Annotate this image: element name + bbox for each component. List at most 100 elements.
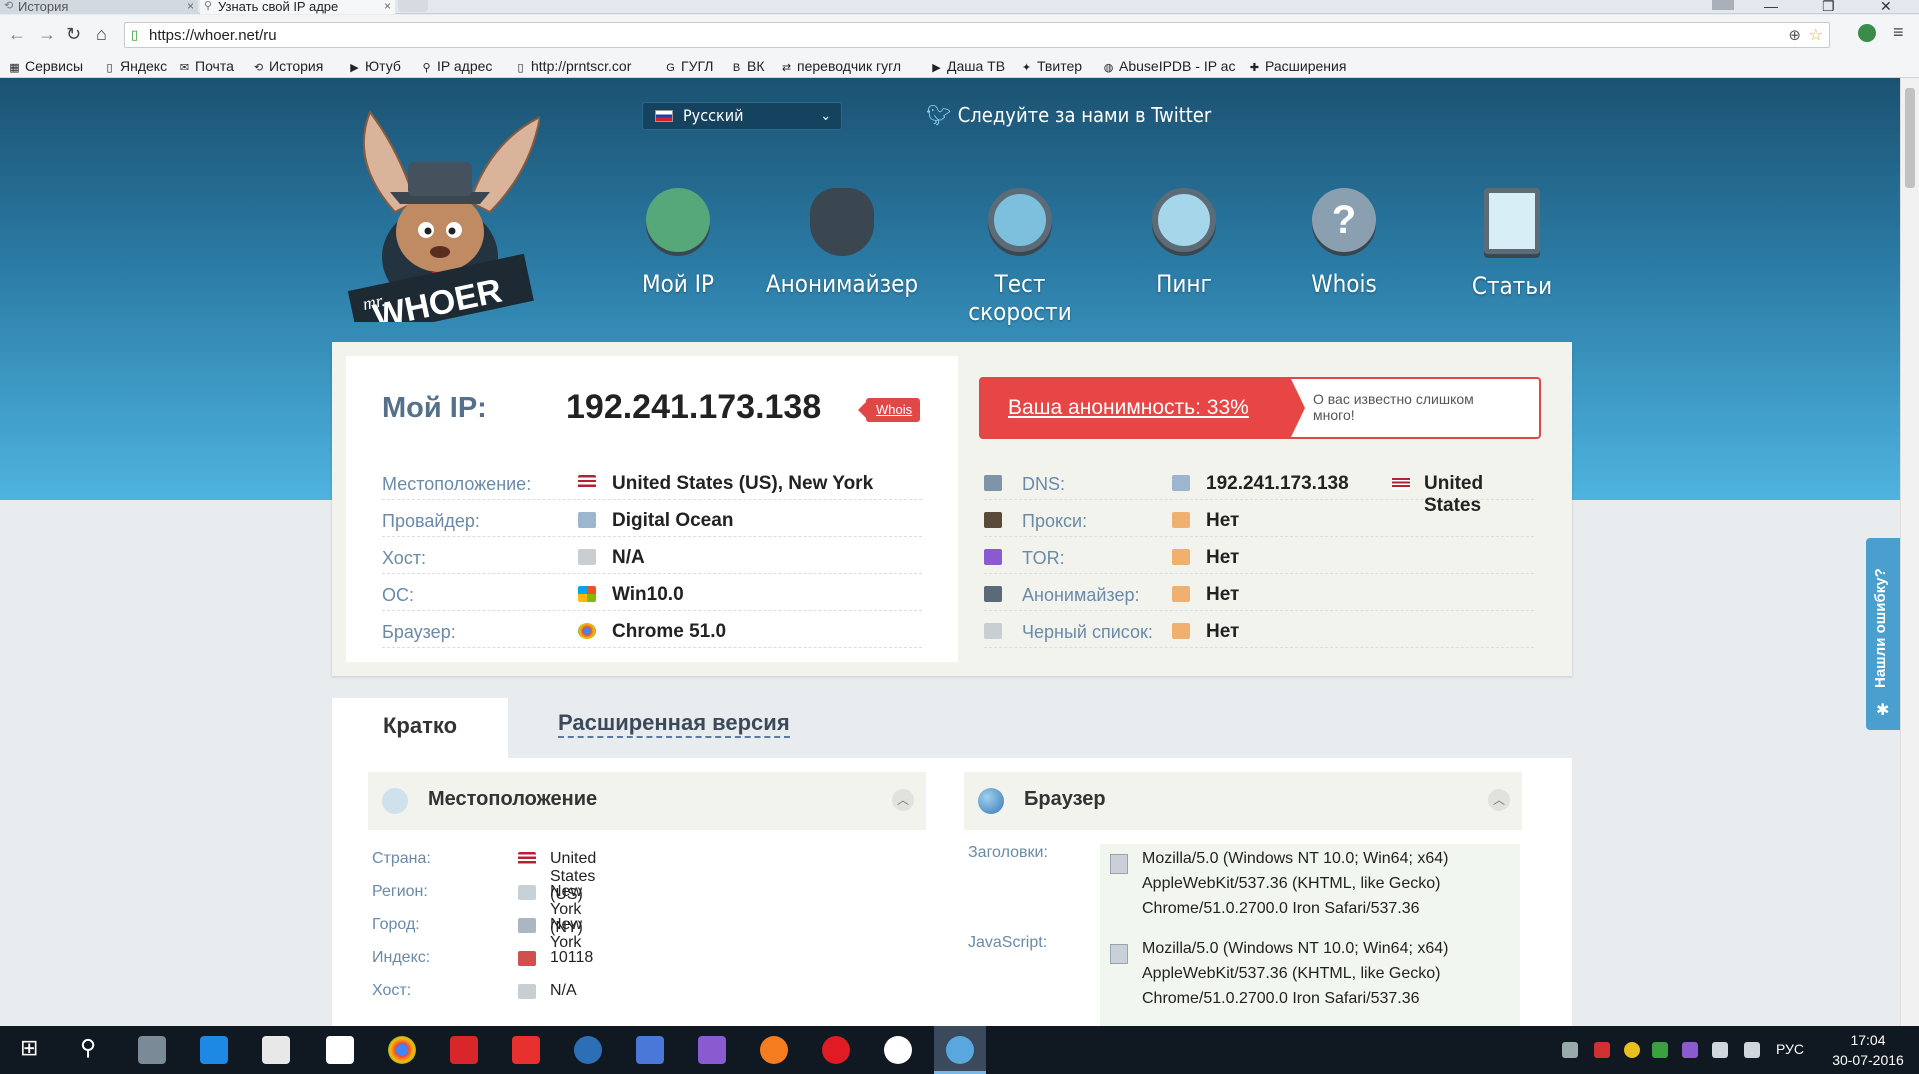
report-error-tab[interactable]: Нашли ошибку? ✱ (1866, 538, 1900, 730)
tab-extended[interactable]: Расширенная версия (558, 710, 790, 738)
zoom-icon[interactable]: ⊕ (1788, 26, 1801, 44)
feather-icon[interactable] (698, 1036, 726, 1064)
mail-icon: ✉ (179, 62, 190, 74)
notifications-icon[interactable] (1744, 1042, 1760, 1058)
spy-hat-icon (810, 188, 874, 252)
chrome-icon (578, 623, 596, 639)
tab-short[interactable]: Кратко (332, 698, 508, 758)
clock-date[interactable]: 30-07-2016 (1826, 1052, 1910, 1068)
scrollbar-thumb[interactable] (1905, 88, 1915, 188)
firefox-icon[interactable] (760, 1036, 788, 1064)
whoer-logo[interactable]: mr. WHOER (340, 92, 540, 322)
browser-icon[interactable] (574, 1036, 602, 1064)
bookmark-item[interactable]: ◍ AbuseIPDB - IP ac (1102, 58, 1236, 74)
info-row-label: Местоположение: (382, 474, 532, 494)
reload-button[interactable]: ↻ (66, 24, 81, 45)
nav-label: Анонимайзер (765, 270, 919, 298)
nav-anonymizer[interactable]: Анонимайзер (762, 188, 922, 298)
input-language[interactable]: РУС (1776, 1041, 1804, 1057)
new-tab-button[interactable] (398, 0, 428, 12)
url-input[interactable]: ▯ https://whoer.net/ru ⊕ ☆ (124, 22, 1830, 48)
bookmark-item[interactable]: ▯ Яндекс (103, 58, 167, 74)
edge-icon[interactable] (200, 1036, 228, 1064)
app-tray-icon[interactable] (1652, 1042, 1668, 1058)
bookmark-item[interactable]: ✦ Твитер (1020, 58, 1082, 74)
chrome-icon[interactable] (388, 1036, 416, 1064)
close-tab-icon[interactable]: × (187, 0, 194, 13)
browser-tabbar: ⟲ История × ⚲ Узнать свой IP адре × — ❐ … (0, 0, 1919, 14)
whois-button[interactable]: Whois (857, 398, 921, 422)
yandex-browser-icon[interactable] (884, 1036, 912, 1064)
home-button[interactable]: ⌂ (96, 24, 107, 45)
ip-address[interactable]: 192.241.173.138 (566, 388, 821, 427)
forward-button[interactable]: → (38, 24, 56, 45)
info-row-value: Win10.0 (612, 584, 684, 605)
network-tray-icon[interactable] (1562, 1042, 1578, 1058)
location-panel-header[interactable]: Местоположение ︿ (368, 772, 926, 830)
security-tray-icon[interactable] (1594, 1042, 1610, 1058)
taskbar: ⊞ ⚲ РУС 17:04 30-07-2016 (0, 1026, 1919, 1074)
file-icon[interactable] (326, 1036, 354, 1064)
close-window-button[interactable]: ✕ (1880, 0, 1892, 13)
language-select[interactable]: Русский ⌄ (642, 102, 842, 130)
clock-time[interactable]: 17:04 (1838, 1032, 1898, 1048)
bookmark-item[interactable]: G ГУГЛ (664, 58, 713, 74)
docs-icon[interactable] (636, 1036, 664, 1064)
opera-icon[interactable] (822, 1036, 850, 1064)
nav-ping[interactable]: Пинг (1104, 188, 1264, 298)
store-icon[interactable] (262, 1036, 290, 1064)
translate-icon: ⇄ (781, 62, 792, 74)
menu-icon[interactable]: ≡ (1893, 22, 1904, 43)
windows-icon (578, 586, 596, 602)
thumbs-up-icon (1172, 549, 1190, 565)
tool-icon[interactable] (138, 1036, 166, 1064)
thumbs-up-icon (1172, 512, 1190, 528)
bookmark-star-icon[interactable]: ☆ (1809, 25, 1823, 45)
nav-articles[interactable]: Статьи (1432, 188, 1592, 300)
update-tray-icon[interactable] (1624, 1042, 1640, 1058)
feather-tray-icon[interactable] (1682, 1042, 1698, 1058)
bookmark-item[interactable]: ▯ http://prntscr.cor (514, 58, 631, 74)
bookmark-item[interactable]: ▶ Ютуб (348, 58, 401, 74)
nav-speed-test[interactable]: Тест скорости (940, 188, 1100, 326)
start-icon[interactable]: ⊞ (20, 1035, 38, 1061)
bookmark-item[interactable]: ✉ Почта (178, 58, 234, 74)
bookmark-item[interactable]: ⇄ переводчик гугл (780, 58, 901, 74)
browser-tab-history[interactable]: ⟲ История × (0, 0, 198, 14)
twitter-follow-link[interactable]: 🐦︎ Следуйте за нами в Twitter (926, 103, 1211, 127)
iron-icon[interactable] (946, 1036, 974, 1064)
user-icon[interactable] (1712, 0, 1734, 10)
url-text[interactable]: https://whoer.net/ru (149, 27, 277, 44)
back-button[interactable]: ← (8, 24, 26, 45)
browser-tab-whoer[interactable]: ⚲ Узнать свой IP адре × (200, 0, 395, 14)
browser-panel-header[interactable]: Браузер ︿ (964, 772, 1522, 830)
restore-button[interactable]: ❐ (1822, 0, 1835, 13)
onion-icon (984, 549, 1002, 565)
bookmark-item[interactable]: ⚲ IP адрес (420, 58, 492, 74)
bookmark-item[interactable]: ⟲ История (252, 58, 323, 74)
minimize-button[interactable]: — (1764, 0, 1778, 13)
yandex-icon[interactable] (450, 1036, 478, 1064)
close-tab-icon[interactable]: × (384, 0, 391, 13)
anonymity-row: Черный список: Нет (984, 616, 1534, 648)
collapse-icon[interactable]: ︿ (892, 789, 914, 811)
nav-whois[interactable]: ? Whois (1264, 188, 1424, 298)
nav-my-ip[interactable]: Мой IP (598, 188, 758, 298)
page-scrollbar[interactable] (1900, 78, 1919, 1026)
volume-icon[interactable] (1712, 1042, 1728, 1058)
info-row-label: Браузер: (382, 622, 456, 642)
collapse-icon[interactable]: ︿ (1488, 789, 1510, 811)
bookmark-item[interactable]: ▦ Сервисы (8, 58, 83, 74)
globe-icon (978, 788, 1004, 814)
bookmark-item[interactable]: В ВК (730, 58, 765, 74)
search-icon[interactable]: ⚲ (80, 1035, 96, 1061)
flash-icon[interactable] (512, 1036, 540, 1064)
bookmark-item[interactable]: ✚ Расширения (1248, 58, 1347, 74)
bookmark-item[interactable]: ▶ Даша ТВ (930, 58, 1005, 74)
bookmark-label: Яндекс (120, 58, 168, 74)
detail-card: Местоположение ︿ Страна: United States (U… (332, 758, 1572, 1026)
glasses-icon (984, 586, 1002, 602)
info-row: Местоположение: United States (US), New Y… (382, 468, 922, 500)
anonymity-score-link[interactable]: Ваша анонимность: 33% (981, 379, 1305, 437)
extension-globe-icon[interactable] (1858, 24, 1876, 42)
